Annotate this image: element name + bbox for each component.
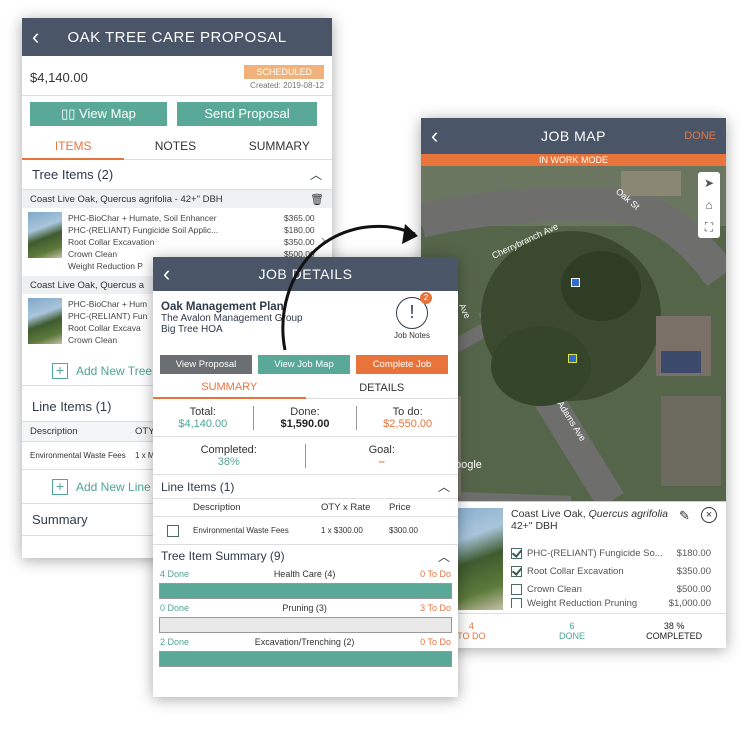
connector-arrow [281,224,418,351]
work-mode-banner: IN WORK MODE [421,154,726,166]
